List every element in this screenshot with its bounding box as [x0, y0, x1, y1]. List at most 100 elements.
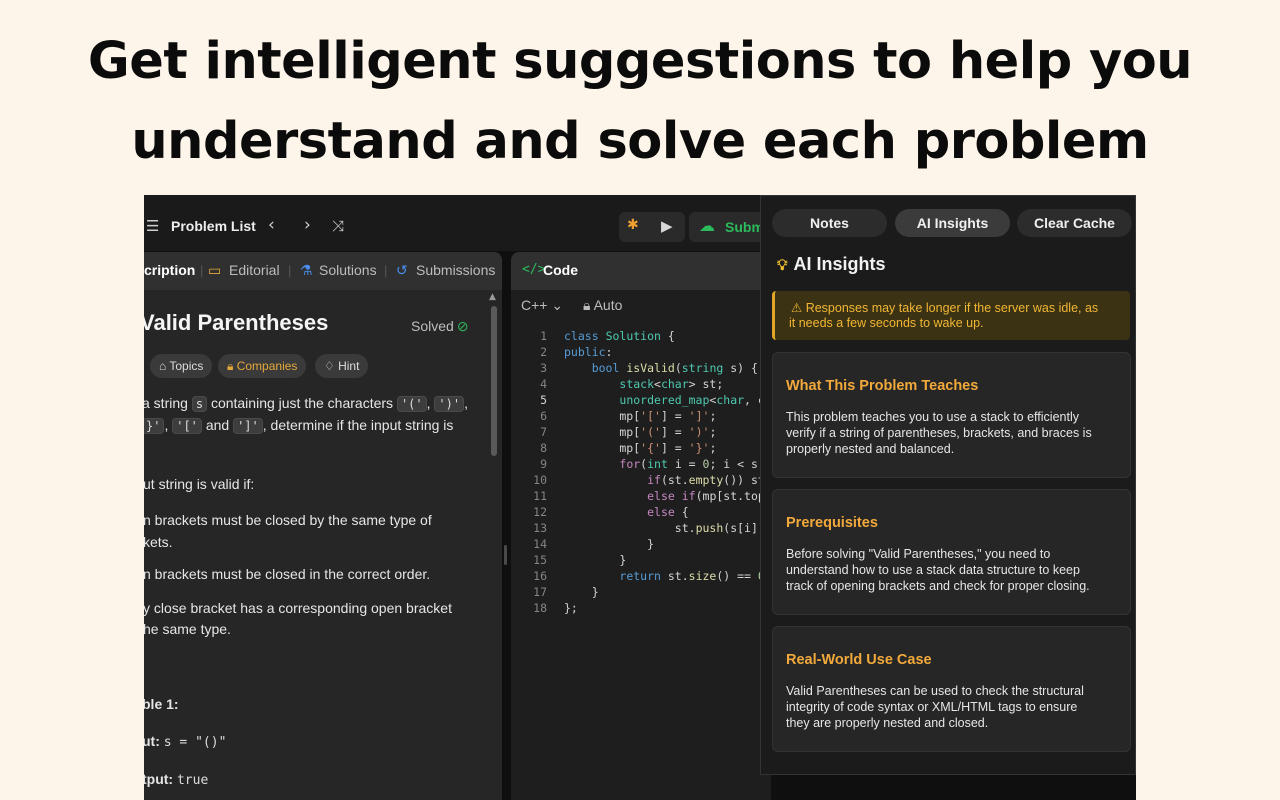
tab-submissions[interactable]: Submissions [416, 262, 495, 278]
inline-code: '(' [396, 396, 427, 412]
topics-chip[interactable]: ⌂ Topics [150, 354, 213, 378]
check-circle-icon: ⊘ [456, 318, 469, 334]
code-panel-title: Code [543, 262, 578, 278]
lock-icon: 🔒︎ [227, 359, 237, 373]
desc-text: , [426, 395, 431, 411]
chevron-right-icon[interactable]: › [304, 215, 311, 235]
code-line[interactable]: 14 } [511, 536, 654, 552]
warning-text: Responses may take longer if the server … [805, 301, 1099, 315]
list-icon[interactable]: ☰ [146, 217, 159, 235]
insight-card-body: Before solving "Valid Parentheses," you … [786, 546, 1090, 594]
code-text: unordered_map<char, c [619, 393, 765, 407]
flask-icon: ⚗ [300, 262, 313, 278]
scroll-up-icon[interactable]: ▲ [489, 292, 496, 302]
code-line[interactable]: 3 bool isValid(string s) { [511, 360, 758, 376]
code-line[interactable]: 16 return st.size() == 0 [511, 568, 765, 584]
code-line[interactable]: 2 public: [511, 344, 612, 360]
code-line[interactable]: 6 mp['['] = ']'; [511, 408, 716, 424]
code-line[interactable]: 4 stack<char> st; [511, 376, 723, 392]
companies-chip[interactable]: 🔒︎ Companies [218, 354, 307, 378]
line-number: 13 [533, 521, 547, 535]
code-text: mp['['] = ']'; [564, 409, 717, 423]
hint-label: Hint [338, 359, 360, 373]
code-text: st.push(s[i]); [564, 521, 771, 535]
description-line: n brackets must be closed by the same ty… [144, 512, 432, 528]
warning-line: ⚠ Responses may take longer if the serve… [791, 300, 1098, 315]
line-number: 12 [533, 505, 547, 519]
language-select[interactable]: C++ ⌄ [521, 297, 563, 314]
line-number: 3 [540, 361, 547, 375]
code-line[interactable]: 18}; [511, 600, 578, 616]
history-icon: ↺ [396, 262, 408, 278]
description-scrollbar[interactable]: ▲ [489, 292, 498, 800]
code-line[interactable]: 9 for(int i = 0; i < s.s [511, 456, 771, 472]
tab-solutions[interactable]: Solutions [319, 262, 377, 278]
topics-label: Topics [169, 359, 204, 373]
desc-text: , [164, 417, 169, 433]
tab-separator: | [200, 263, 204, 278]
ai-insights-panel: Notes AI Insights Clear Cache 💡︎ AI Insig… [760, 195, 1136, 775]
code-line[interactable]: 11 else if(mp[st.top [511, 488, 765, 504]
line-number: 1 [540, 329, 547, 343]
code-line[interactable]: 13 st.push(s[i]); [511, 520, 771, 536]
tab-description[interactable]: cription [144, 262, 195, 278]
code-line[interactable]: 10 if(st.empty()) st [511, 472, 765, 488]
code-text: public: [564, 345, 613, 359]
tab-editorial[interactable]: Editorial [229, 262, 280, 278]
line-number: 6 [540, 409, 547, 423]
shuffle-icon[interactable]: ⤨ [332, 217, 344, 235]
line-number: 18 [533, 601, 547, 615]
insight-text: Valid Parentheses can be used to check t… [786, 684, 1084, 698]
code-line[interactable]: 8 mp['{'] = '}'; [511, 440, 716, 456]
line-number: 4 [540, 377, 547, 391]
insight-text: they are properly nested and closed. [786, 716, 989, 730]
code-line[interactable]: 17 } [511, 584, 598, 600]
line-number: 14 [533, 537, 547, 551]
insight-card-title: Real-World Use Case [786, 652, 932, 668]
chevron-down-icon: ⌄ [551, 297, 564, 313]
book-icon: ▭ [208, 262, 222, 278]
tab-ai-insights[interactable]: AI Insights [895, 209, 1010, 237]
description-line: kets. [144, 534, 173, 550]
inline-code: '[' [172, 418, 202, 434]
hint-chip[interactable]: ♢ Hint [315, 354, 369, 378]
line-number: 16 [533, 569, 547, 583]
solved-status: Solved ⊘ [411, 318, 469, 335]
auto-mode[interactable]: 🔒︎ Auto [583, 297, 622, 314]
debug-icon[interactable]: ✱ [627, 217, 639, 233]
insight-text: Before solving "Valid Parentheses," you … [786, 547, 1051, 561]
inline-code: ']' [233, 418, 263, 434]
tab-notes[interactable]: Notes [772, 209, 887, 237]
line-number: 9 [540, 457, 547, 471]
clear-cache-button[interactable]: Clear Cache [1017, 209, 1132, 237]
code-line[interactable]: 12 else { [511, 504, 689, 520]
scrollbar-thumb[interactable] [491, 306, 497, 456]
code-line[interactable]: 5 unordered_map<char, c [511, 392, 765, 408]
problem-title: Valid Parentheses [144, 310, 329, 335]
problem-list-link[interactable]: Problem List [171, 218, 256, 234]
submit-button[interactable]: ☁ Submi [689, 212, 769, 242]
insight-card-title: Prerequisites [786, 515, 878, 531]
code-text: bool isValid(string s) { [591, 361, 758, 375]
insight-card: Real-World Use Case Valid Parentheses ca… [772, 626, 1131, 752]
code-line[interactable]: 1 class Solution { [511, 328, 675, 344]
inline-code: }' [144, 418, 165, 434]
code-panel: </> Code C++ ⌄ 🔒︎ Auto 1 class Solution {… [511, 252, 771, 800]
desc-text: a string [144, 395, 188, 411]
code-icon: </> [522, 262, 546, 277]
code-panel-header: </> Code [511, 252, 771, 290]
code-line[interactable]: 7 mp['('] = ')'; [511, 424, 716, 440]
output-value: true [176, 773, 209, 788]
warning-icon: ⚠ [791, 301, 806, 315]
solved-label: Solved [411, 318, 454, 334]
code-text: stack<char> st; [619, 377, 724, 391]
example-heading: ble 1: [144, 696, 179, 712]
code-line[interactable]: 15 } [511, 552, 626, 568]
panel-resize-handle[interactable] [504, 545, 507, 565]
headline-line-1: Get intelligent suggestions to help you [87, 32, 1193, 91]
code-text: return st.size() == 0 [619, 569, 764, 583]
chevron-left-icon[interactable]: ‹ [268, 215, 275, 235]
play-icon[interactable]: ▶ [661, 217, 673, 235]
language-label: C++ [521, 297, 548, 313]
code-text: for(int i = 0; i < s.s [619, 457, 771, 471]
